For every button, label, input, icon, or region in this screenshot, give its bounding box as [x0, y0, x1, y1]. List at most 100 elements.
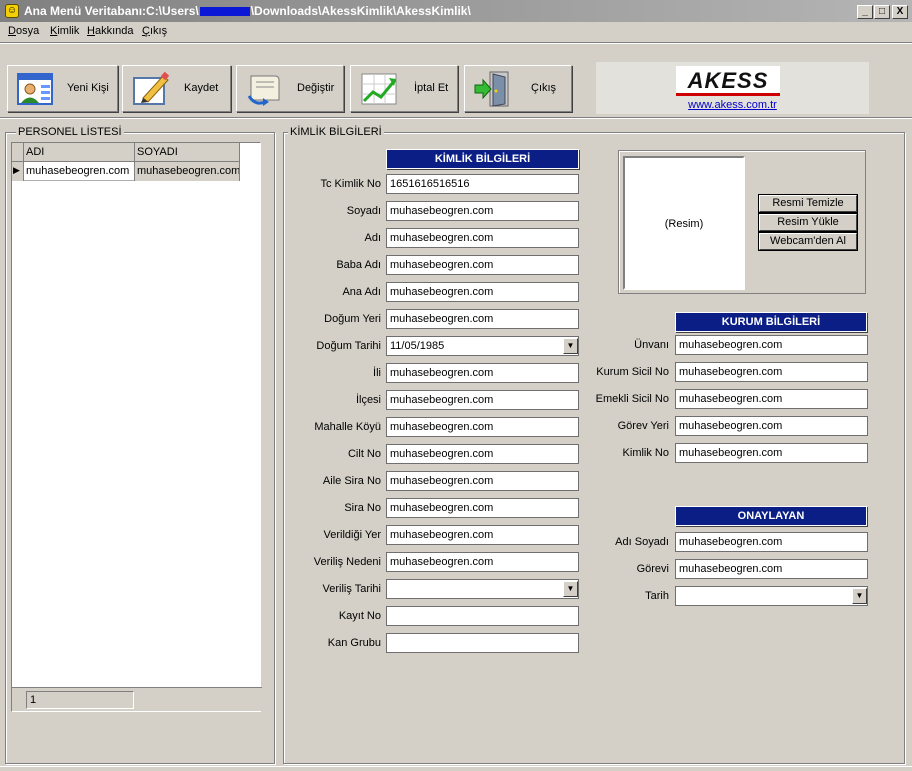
photo-placeholder: (Resim) — [664, 218, 704, 230]
input-unvani[interactable] — [675, 335, 868, 355]
window-title: Ana Menü Veritabanı:C:\Users\ \Downloads\… — [24, 4, 471, 18]
grid-footer: 1 — [12, 687, 262, 711]
website-link[interactable]: www.akess.com.tr — [596, 99, 869, 111]
save-pencil-icon — [133, 71, 170, 105]
photo-panel: (Resim) Resmi Temizle Resim Yükle Webcam… — [618, 150, 866, 294]
input-tc-kimlik-no[interactable] — [386, 174, 579, 194]
exit-button[interactable]: Çıkış — [464, 65, 572, 112]
input-gorev-yeri[interactable] — [675, 416, 868, 436]
menu-dosya[interactable]: Dosya — [8, 25, 39, 37]
label-gorevi: Görevi — [636, 563, 669, 575]
label-cilt-no: Cilt No — [347, 448, 381, 460]
save-button[interactable]: Kaydet — [122, 65, 231, 112]
kimlik-group-title: KİMLİK BİLGİLERİ — [288, 126, 384, 138]
label-adi-soyadi: Adı Soyadı — [615, 536, 669, 548]
new-person-button[interactable]: Yeni Kişi — [7, 65, 118, 112]
new-person-label: Yeni Kişi — [67, 82, 109, 94]
label-kimlik-no: Kimlik No — [622, 447, 669, 459]
save-label: Kaydet — [184, 82, 219, 94]
menu-hakkinda[interactable]: Hakkında — [87, 25, 133, 37]
table-row[interactable]: ▶ muhasebeogren.com muhasebeogren.com — [12, 162, 240, 181]
photo-box[interactable]: (Resim) — [623, 156, 745, 290]
column-header-soyadi[interactable]: SOYADI — [135, 143, 240, 162]
input-soyadi[interactable] — [386, 201, 579, 221]
window-bottom-edge — [0, 766, 912, 771]
menu-kimlik[interactable]: Kimlik — [50, 25, 79, 37]
cell-soyadi[interactable]: muhasebeogren.com — [135, 162, 240, 181]
input-kan-grubu[interactable] — [386, 633, 579, 653]
new-person-icon — [17, 73, 53, 105]
cell-adi[interactable]: muhasebeogren.com — [24, 162, 135, 181]
title-bar[interactable]: ☺ Ana Menü Veritabanı:C:\Users\ \Download… — [0, 0, 912, 22]
cancel-chart-icon — [361, 73, 397, 105]
input-adi-soyadi[interactable] — [675, 532, 868, 552]
column-header-adi[interactable]: ADI — [24, 143, 135, 162]
cancel-button[interactable]: İptal Et — [350, 65, 458, 112]
toolbar-divider — [0, 117, 912, 119]
close-button[interactable]: X — [892, 5, 908, 19]
label-kayit-no: Kayıt No — [338, 610, 381, 622]
label-verildigi-yer: Verildiği Yer — [323, 529, 382, 541]
kurum-section-header: KURUM BİLGİLERİ — [675, 312, 867, 332]
label-sira-no: Sira No — [344, 502, 381, 514]
input-gorevi[interactable] — [675, 559, 868, 579]
label-ili: İli — [373, 367, 381, 379]
label-adi: Adı — [364, 232, 381, 244]
dropdown-arrow-icon[interactable]: ▼ — [852, 588, 867, 604]
label-unvani: Ünvanı — [634, 339, 669, 351]
menu-divider — [0, 42, 912, 44]
label-kurum-sicil-no: Kurum Sicil No — [596, 366, 669, 378]
logo-panel: AKESS www.akess.com.tr — [596, 62, 869, 114]
label-dogum-yeri: Doğum Yeri — [324, 313, 381, 325]
input-aile-sira-no[interactable] — [386, 471, 579, 491]
input-sira-no[interactable] — [386, 498, 579, 518]
input-emekli-sicil-no[interactable] — [675, 389, 868, 409]
change-scroll-icon — [247, 75, 280, 106]
change-button[interactable]: Değiştir — [236, 65, 344, 112]
input-baba-adi[interactable] — [386, 255, 579, 275]
personnel-list-title: PERSONEL LİSTESİ — [16, 126, 124, 138]
label-emekli-sicil-no: Emekli Sicil No — [595, 393, 669, 405]
input-tarih[interactable] — [675, 586, 868, 606]
input-ana-adi[interactable] — [386, 282, 579, 302]
app-icon[interactable]: ☺ — [5, 4, 19, 18]
redacted-username — [199, 7, 250, 17]
personnel-grid[interactable]: ADI SOYADI ▶ muhasebeogren.com muhasebeo… — [11, 142, 262, 712]
onaylayan-section-header: ONAYLAYAN — [675, 506, 867, 526]
input-kayit-no[interactable] — [386, 606, 579, 626]
label-kan-grubu: Kan Grubu — [327, 637, 381, 649]
record-count: 1 — [26, 691, 134, 709]
webcam-button[interactable]: Webcam'den Al — [759, 233, 857, 250]
maximize-button[interactable]: □ — [874, 5, 890, 19]
input-kurum-sicil-no[interactable] — [675, 362, 868, 382]
row-selector-icon[interactable]: ▶ — [12, 162, 24, 181]
label-mahalle-koyu: Mahalle Köyü — [314, 421, 381, 433]
label-tc-kimlik-no: Tc Kimlik No — [320, 178, 381, 190]
label-verilis-nedeni: Veriliş Nedeni — [313, 556, 381, 568]
label-ilcesi: İlçesi — [355, 394, 381, 406]
menu-cikis[interactable]: Çıkış — [142, 25, 167, 37]
label-soyadi: Soyadı — [346, 205, 381, 217]
kimlik-section-header: KİMLİK BİLGİLERİ — [386, 149, 579, 169]
menu-bar: Dosya Kimlik Hakkında Çıkış — [0, 22, 912, 42]
input-kimlik-no[interactable] — [675, 443, 868, 463]
label-gorev-yeri: Görev Yeri — [617, 420, 669, 432]
change-label: Değiştir — [297, 82, 335, 94]
label-tarih: Tarih — [645, 590, 669, 602]
input-adi[interactable] — [386, 228, 579, 248]
akess-logo: AKESS — [676, 66, 780, 96]
label-dogum-tarihi: Doğum Tarihi — [316, 340, 381, 352]
exit-label: Çıkış — [531, 82, 557, 94]
input-dogum-yeri[interactable] — [386, 309, 579, 329]
minimize-button[interactable]: _ — [857, 5, 873, 19]
grid-header: ADI SOYADI — [12, 143, 240, 162]
cancel-label: İptal Et — [414, 82, 449, 94]
grid-corner — [12, 143, 24, 162]
label-baba-adi: Baba Adı — [336, 259, 381, 271]
label-ana-adi: Ana Adı — [342, 286, 381, 298]
label-aile-sira-no: Aile Sira No — [322, 475, 381, 487]
exit-door-icon — [474, 71, 509, 107]
load-photo-button[interactable]: Resim Yükle — [759, 214, 857, 231]
clear-photo-button[interactable]: Resmi Temizle — [759, 195, 857, 212]
label-verilis-tarihi: Veriliş Tarihi — [322, 583, 382, 595]
